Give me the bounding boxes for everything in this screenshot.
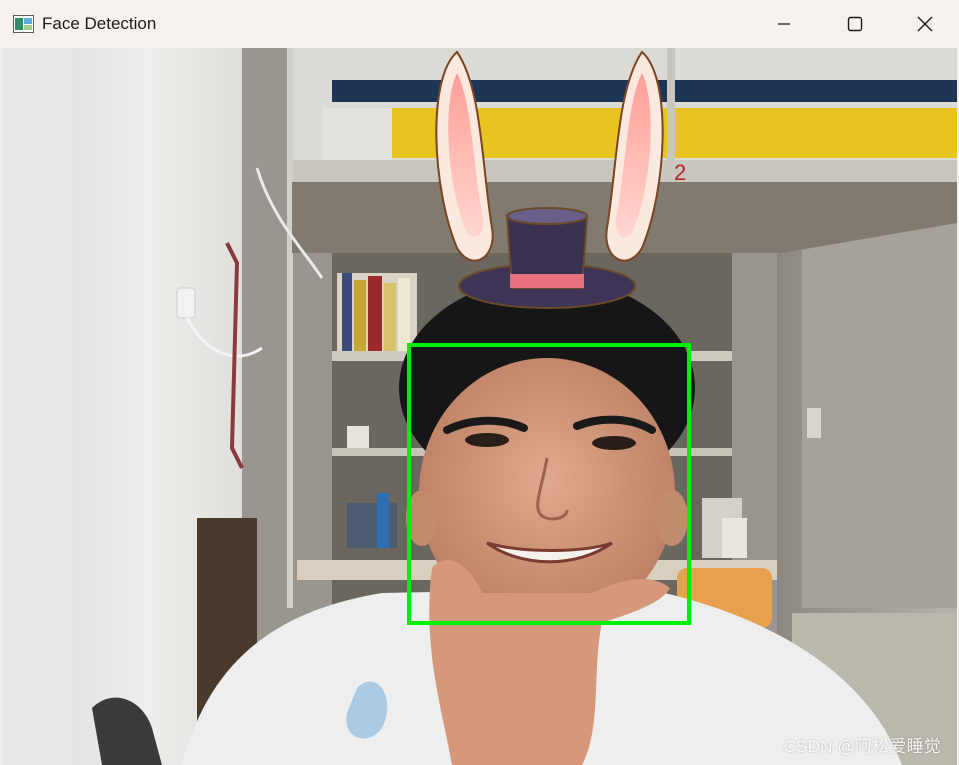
close-button[interactable]	[890, 0, 959, 48]
title-bar[interactable]: Face Detection	[0, 0, 959, 48]
minimize-icon	[778, 23, 790, 25]
svg-text:2: 2	[674, 160, 686, 185]
window-title: Face Detection	[42, 14, 157, 33]
close-icon	[917, 16, 933, 32]
camera-feed: 2 CSDN @阿松爱睡觉	[2, 48, 957, 765]
app-window: Face Detection 2 CSDN @阿松爱睡觉	[0, 0, 959, 765]
watermark: CSDN @阿松爱睡觉	[783, 737, 941, 756]
maximize-icon	[847, 16, 863, 32]
webcam-scene: 2	[2, 48, 957, 765]
maximize-button[interactable]	[820, 0, 890, 48]
minimize-button[interactable]	[749, 0, 819, 48]
app-icon	[13, 15, 34, 33]
